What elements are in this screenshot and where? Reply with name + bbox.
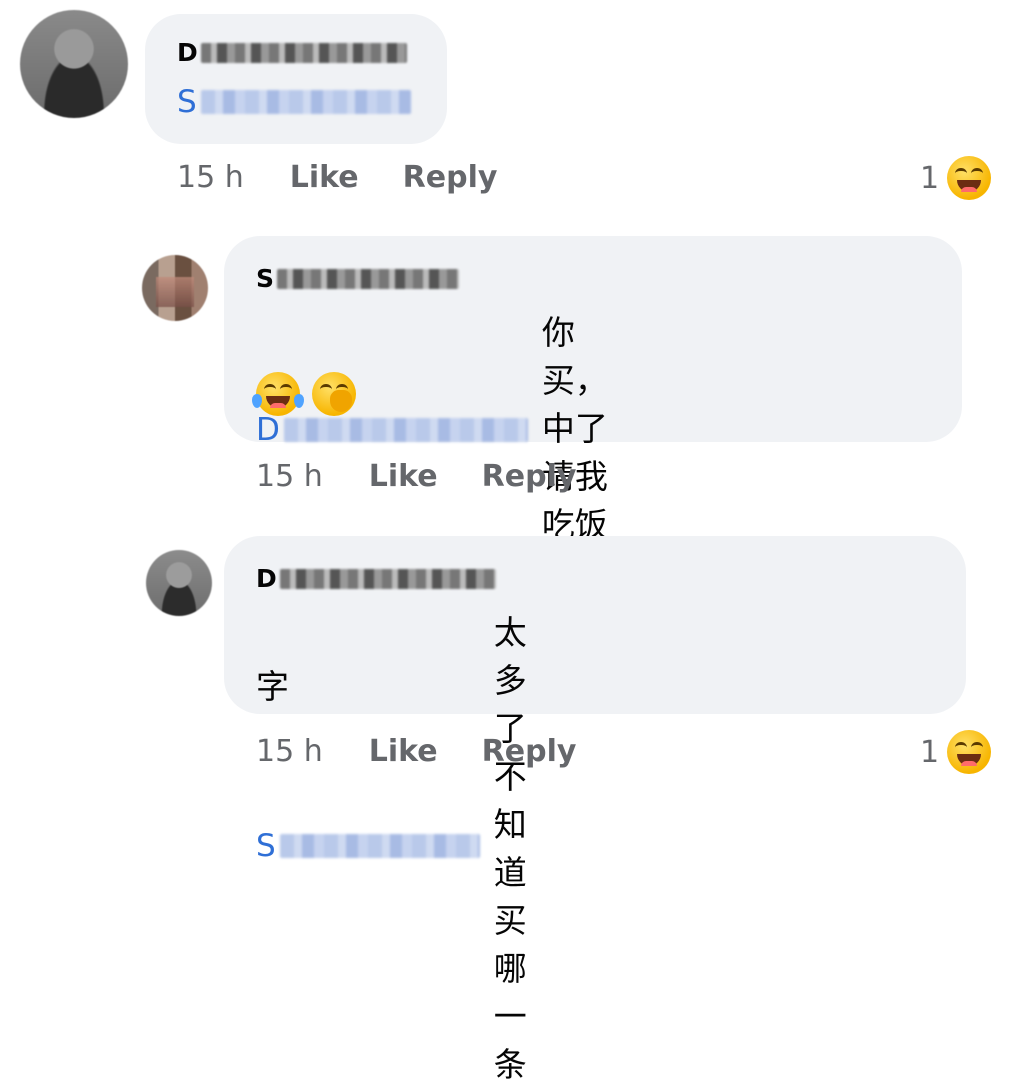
comment-text-continued: 字 <box>256 667 289 706</box>
blurred-mention <box>200 90 411 114</box>
comment-meta: 15 h Like Reply <box>177 160 497 195</box>
author-name[interactable]: D <box>177 38 407 67</box>
comment-text-line: S 太多了不知道买哪一条 <box>256 606 527 1086</box>
blurred-name <box>279 568 496 589</box>
comment-meta: 15 h Like Reply <box>256 734 576 769</box>
reaction-summary[interactable]: 1 <box>920 156 992 200</box>
reaction-count: 1 <box>920 160 940 196</box>
comment-bubble <box>145 14 447 144</box>
reply-button[interactable]: Reply <box>482 734 577 769</box>
avatar[interactable] <box>20 10 128 118</box>
comment-text: 太多了不知道买哪一条 <box>493 613 527 1084</box>
like-button[interactable]: Like <box>369 734 438 769</box>
reaction-count: 1 <box>920 734 940 770</box>
mention-link[interactable]: S <box>256 828 480 864</box>
timestamp[interactable]: 15 h <box>256 734 323 769</box>
blurred-name <box>200 42 407 63</box>
avatar[interactable] <box>142 255 208 321</box>
blurred-mention <box>283 417 528 442</box>
emoji-row <box>252 372 356 416</box>
laughing-face-icon <box>947 156 992 200</box>
mention-link[interactable]: D <box>256 412 528 448</box>
reply-button[interactable]: Reply <box>403 160 498 195</box>
avatar[interactable] <box>146 550 212 616</box>
reply-button[interactable]: Reply <box>482 459 577 494</box>
comment-meta: 15 h Like Reply <box>256 459 576 494</box>
like-button[interactable]: Like <box>369 459 438 494</box>
author-name[interactable]: D <box>256 564 496 593</box>
author-name[interactable]: S <box>256 264 460 293</box>
timestamp[interactable]: 15 h <box>256 459 323 494</box>
timestamp[interactable]: 15 h <box>177 160 244 195</box>
blurred-name <box>277 268 460 289</box>
mention-link[interactable]: S <box>177 84 411 120</box>
laughing-face-icon <box>947 730 992 774</box>
tears-of-joy-icon <box>252 372 304 416</box>
hand-over-mouth-icon <box>312 372 356 416</box>
comment-text: 你买，中了请我吃饭 <box>541 306 608 553</box>
like-button[interactable]: Like <box>290 160 359 195</box>
comment-text-line: D 你买，中了请我吃饭 <box>256 306 608 553</box>
blurred-mention <box>279 834 480 858</box>
reaction-summary[interactable]: 1 <box>920 730 992 774</box>
